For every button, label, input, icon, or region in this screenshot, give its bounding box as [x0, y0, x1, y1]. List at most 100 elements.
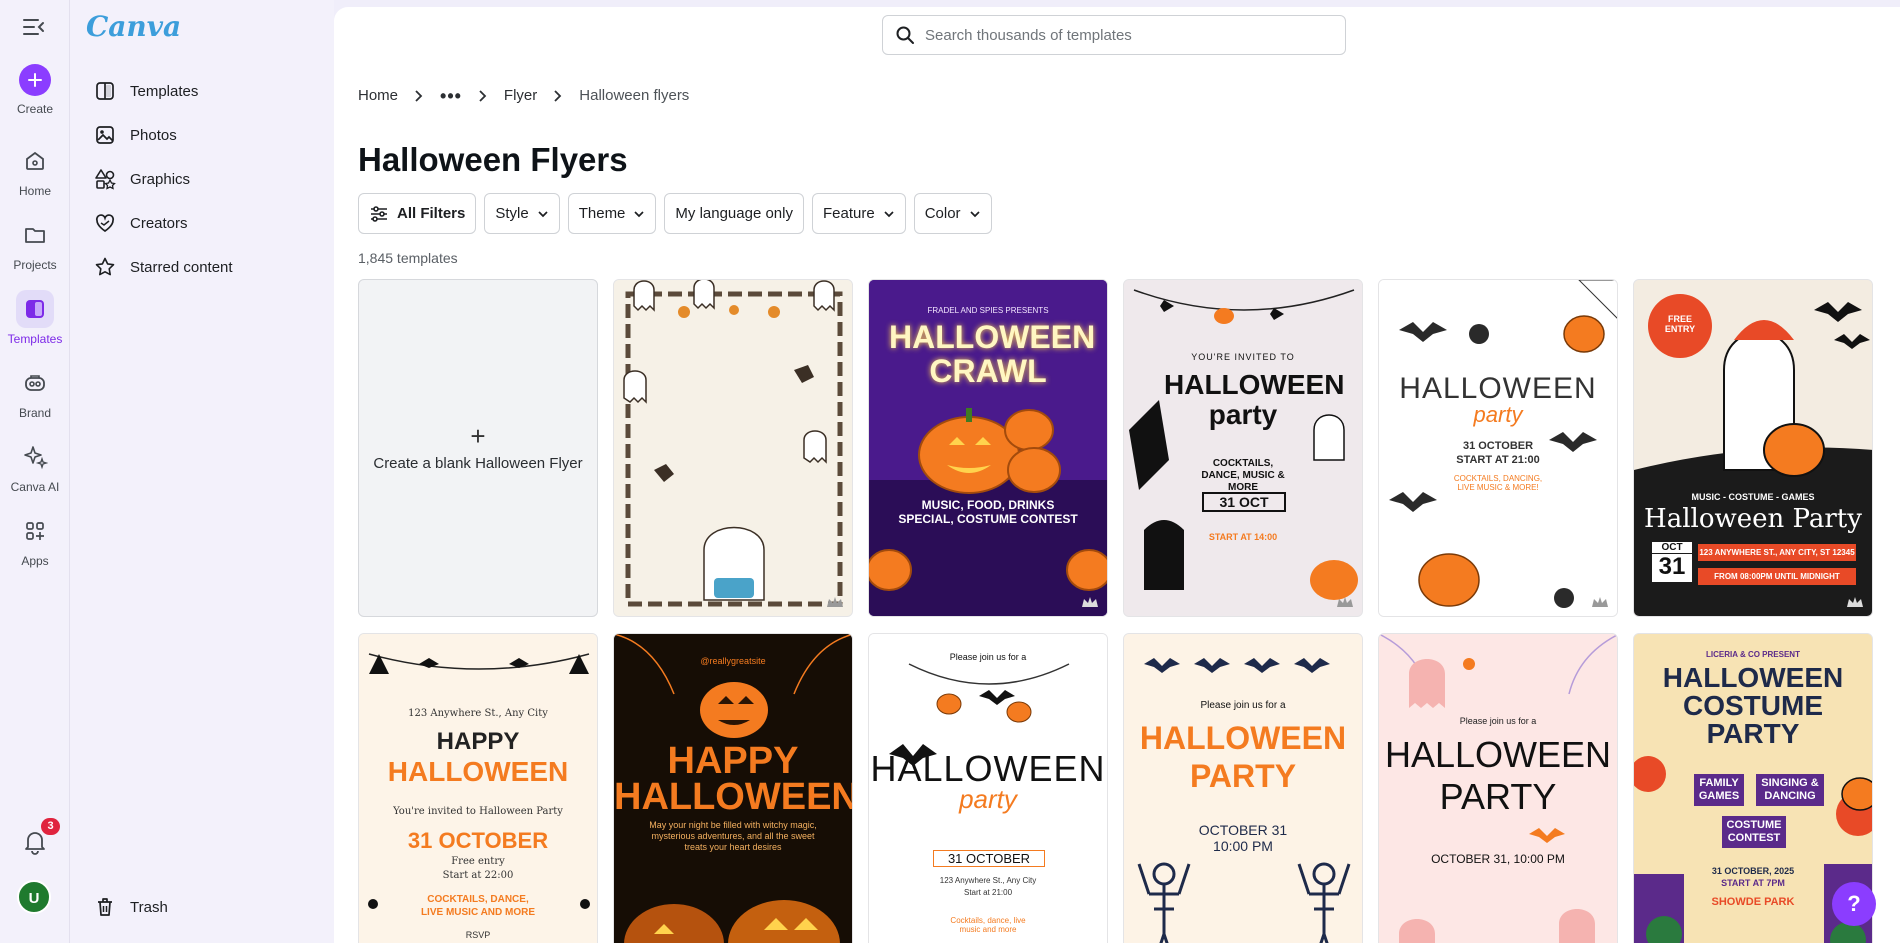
rail-brand[interactable]: Brand	[0, 364, 70, 420]
trash-icon	[98, 898, 112, 916]
page-title: Halloween Flyers	[358, 141, 628, 178]
template-text: COCKTAILS, DANCING, LIVE MUSIC & MORE!	[1453, 474, 1543, 492]
sidebar-item-photos[interactable]: Photos	[94, 120, 177, 150]
sidebar-item-starred[interactable]: Starred content	[94, 252, 233, 282]
crown-icon	[1592, 597, 1608, 607]
crown-icon	[1337, 597, 1353, 607]
template-count: 1,845 templates	[358, 250, 458, 266]
template-text: 123 Anywhere St., Any City	[408, 708, 548, 719]
crown-icon	[1082, 597, 1098, 607]
sidebar-item-creators[interactable]: Creators	[94, 208, 188, 238]
feature-filter[interactable]: Feature	[811, 193, 906, 234]
template-text: 10:00 PM	[1213, 838, 1273, 854]
rail-canva-ai[interactable]: Canva AI	[0, 438, 70, 494]
home-icon	[16, 142, 54, 180]
search-input[interactable]	[925, 26, 1325, 44]
template-text: Please join us for a	[1200, 700, 1286, 711]
folder-icon	[16, 216, 54, 254]
sidebar-item-label: Graphics	[130, 170, 191, 188]
template-text: LICERIA & CO PRESENT	[1706, 650, 1800, 659]
sidebar-item-trash[interactable]: Trash	[94, 892, 168, 922]
template-card[interactable]: HALLOWEEN party 31 OCTOBER START AT 21:0…	[1378, 279, 1618, 617]
sidebar-item-label: Starred content	[130, 258, 233, 276]
template-card[interactable]: YOU'RE INVITED TO HALLOWEEN party COCKTA…	[1123, 279, 1363, 617]
language-filter[interactable]: My language only	[664, 193, 804, 234]
template-text: HAPPY	[436, 728, 520, 755]
template-text: May your night be filled with witchy mag…	[649, 820, 817, 852]
sidebar: Canva Templates Photos Graphics Creators…	[70, 0, 334, 943]
template-text: OCTOBER 31, 10:00 PM	[1431, 852, 1565, 866]
breadcrumb-current: Halloween flyers	[579, 87, 690, 104]
template-text: COSTUME CONTEST	[1722, 816, 1786, 848]
create-blank-card[interactable]: + Create a blank Halloween Flyer	[358, 279, 598, 617]
rail-apps[interactable]: Apps	[0, 512, 70, 568]
template-text: Please join us for a	[1459, 716, 1537, 726]
collapse-menu-icon[interactable]	[21, 16, 47, 38]
template-text: HALLOWEEN CRAWL	[889, 319, 1096, 389]
all-filters-button[interactable]: All Filters	[358, 193, 477, 234]
color-filter[interactable]: Color	[913, 193, 992, 234]
template-text: HALLOWEEN	[614, 776, 853, 818]
chip-label: Theme	[578, 205, 626, 222]
sidebar-item-graphics[interactable]: Graphics	[94, 164, 190, 194]
template-text: LIVE MUSIC AND MORE	[420, 907, 536, 918]
filter-bar: All Filters Style Theme My language only…	[358, 193, 992, 234]
photo-icon	[96, 126, 114, 144]
chip-label: Feature	[822, 205, 875, 222]
template-text: FROM 08:00PM UNTIL MIDNIGHT	[1698, 568, 1856, 585]
breadcrumb: Home ••• Flyer Halloween flyers	[358, 87, 690, 105]
chip-label: All Filters	[397, 205, 466, 222]
template-card[interactable]: FREE ENTRY MUSIC - COSTUME - GAMES Hallo…	[1633, 279, 1873, 617]
chevron-right-icon	[478, 89, 488, 103]
help-button[interactable]: ?	[1832, 882, 1876, 926]
template-text: COCKTAILS, DANCE,	[427, 894, 529, 905]
style-filter[interactable]: Style	[484, 193, 560, 234]
chevron-down-icon	[634, 210, 645, 217]
template-card[interactable]: Please join us for a HALLOWEEN PARTY OCT…	[1378, 633, 1618, 943]
template-text: 31 OCTOBER	[407, 828, 549, 853]
sparkle-icon	[16, 438, 54, 476]
breadcrumb-flyer[interactable]: Flyer	[504, 87, 537, 104]
template-text: FAMILY GAMES	[1694, 774, 1744, 806]
template-card[interactable]: @reallygreatsite HAPPY HALLOWEEN May you…	[613, 633, 853, 943]
template-card[interactable]: FRADEL AND SPIES PRESENTS HALLOWEEN CRAW…	[868, 279, 1108, 617]
theme-filter[interactable]: Theme	[567, 193, 657, 234]
breadcrumb-more[interactable]: •••	[440, 87, 462, 105]
plus-icon	[19, 64, 51, 96]
rail-label: Create	[16, 102, 54, 116]
template-text: Halloween Party	[1644, 504, 1862, 534]
template-card[interactable]: Please join us for a HALLOWEEN PARTY OCT…	[1123, 633, 1363, 943]
template-text: @reallygreatsite	[700, 656, 766, 666]
template-text: 123 Anywhere St., Any City	[939, 876, 1037, 885]
sidebar-item-templates[interactable]: Templates	[94, 76, 198, 106]
template-text: OCTOBER 31	[1198, 822, 1288, 838]
template-text: 31	[1652, 554, 1692, 582]
template-text: 31 OCTOBER	[1462, 440, 1534, 452]
chevron-down-icon	[538, 210, 548, 217]
template-card[interactable]: 123 Anywhere St., Any City HAPPY HALLOWE…	[358, 633, 598, 943]
template-text: Start at 21:00	[963, 888, 1013, 897]
plus-icon: +	[470, 420, 486, 451]
template-text: MUSIC - COSTUME - GAMES	[1691, 492, 1815, 502]
avatar[interactable]: U	[17, 880, 51, 914]
brand-icon	[16, 364, 54, 402]
rail-label: Home	[18, 184, 51, 198]
template-card[interactable]	[613, 279, 853, 617]
template-text: START AT 7PM	[1721, 878, 1785, 888]
rail-home[interactable]: Home	[0, 142, 70, 198]
rail-create[interactable]: Create	[0, 64, 70, 116]
shapes-icon	[95, 169, 116, 190]
template-text: FRADEL AND SPIES PRESENTS	[927, 306, 1049, 315]
template-text: FREE ENTRY	[1664, 314, 1696, 334]
search-bar[interactable]	[882, 15, 1346, 55]
breadcrumb-home[interactable]: Home	[358, 87, 398, 104]
templates-icon	[16, 290, 54, 328]
template-text: MUSIC, FOOD, DRINKS SPECIAL, COSTUME CON…	[898, 498, 1078, 526]
canva-logo[interactable]: Canva	[86, 10, 181, 43]
rail-templates[interactable]: Templates	[0, 290, 70, 346]
template-text: party	[959, 784, 1017, 814]
chip-label: Style	[495, 205, 529, 222]
template-card[interactable]: Please join us for a HALLOWEEN party 31 …	[868, 633, 1108, 943]
rail-projects[interactable]: Projects	[0, 216, 70, 272]
template-text: 31 OCT	[1202, 492, 1286, 512]
